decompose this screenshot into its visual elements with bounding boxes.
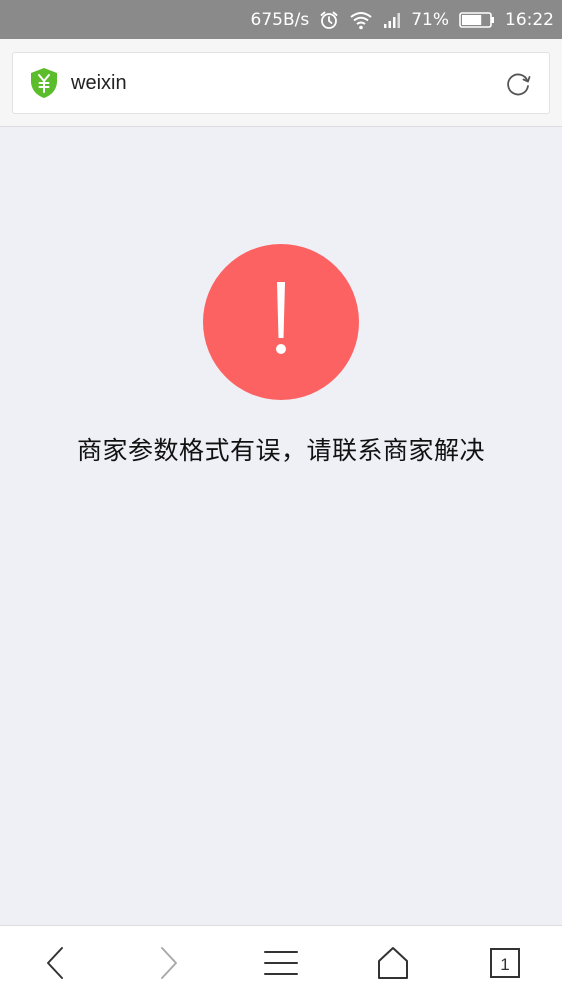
tabs-button[interactable]: 1 bbox=[482, 940, 528, 986]
address-bar-area: weixin bbox=[0, 39, 562, 127]
error-message: 商家参数格式有误，请联系商家解决 bbox=[76, 436, 485, 465]
bottom-nav: 1 bbox=[0, 925, 562, 1000]
alert-badge bbox=[203, 244, 359, 400]
battery-icon bbox=[459, 11, 495, 29]
exclamation-icon bbox=[276, 282, 286, 354]
alarm-icon bbox=[319, 10, 339, 30]
status-bar: 675B/s 71% 16:22 bbox=[0, 0, 562, 39]
back-icon bbox=[47, 947, 63, 979]
forward-button[interactable] bbox=[146, 940, 192, 986]
home-icon bbox=[378, 947, 408, 979]
clock: 16:22 bbox=[505, 9, 554, 30]
refresh-icon[interactable] bbox=[503, 69, 533, 99]
address-bar[interactable]: weixin bbox=[12, 52, 550, 114]
tab-count: 1 bbox=[500, 955, 509, 974]
network-speed: 675B/s bbox=[250, 9, 310, 30]
tabs-icon: 1 bbox=[490, 948, 520, 978]
page-content: 商家参数格式有误，请联系商家解决 bbox=[0, 127, 562, 925]
back-button[interactable] bbox=[32, 940, 78, 986]
home-button[interactable] bbox=[370, 940, 416, 986]
menu-button[interactable] bbox=[258, 940, 304, 986]
forward-icon bbox=[161, 947, 177, 979]
wifi-icon bbox=[349, 10, 373, 30]
url-text: weixin bbox=[71, 71, 127, 94]
signal-icon bbox=[383, 11, 401, 29]
menu-icon bbox=[264, 951, 298, 975]
battery-percent: 71% bbox=[411, 9, 449, 30]
yuan-shield-icon bbox=[31, 68, 57, 98]
